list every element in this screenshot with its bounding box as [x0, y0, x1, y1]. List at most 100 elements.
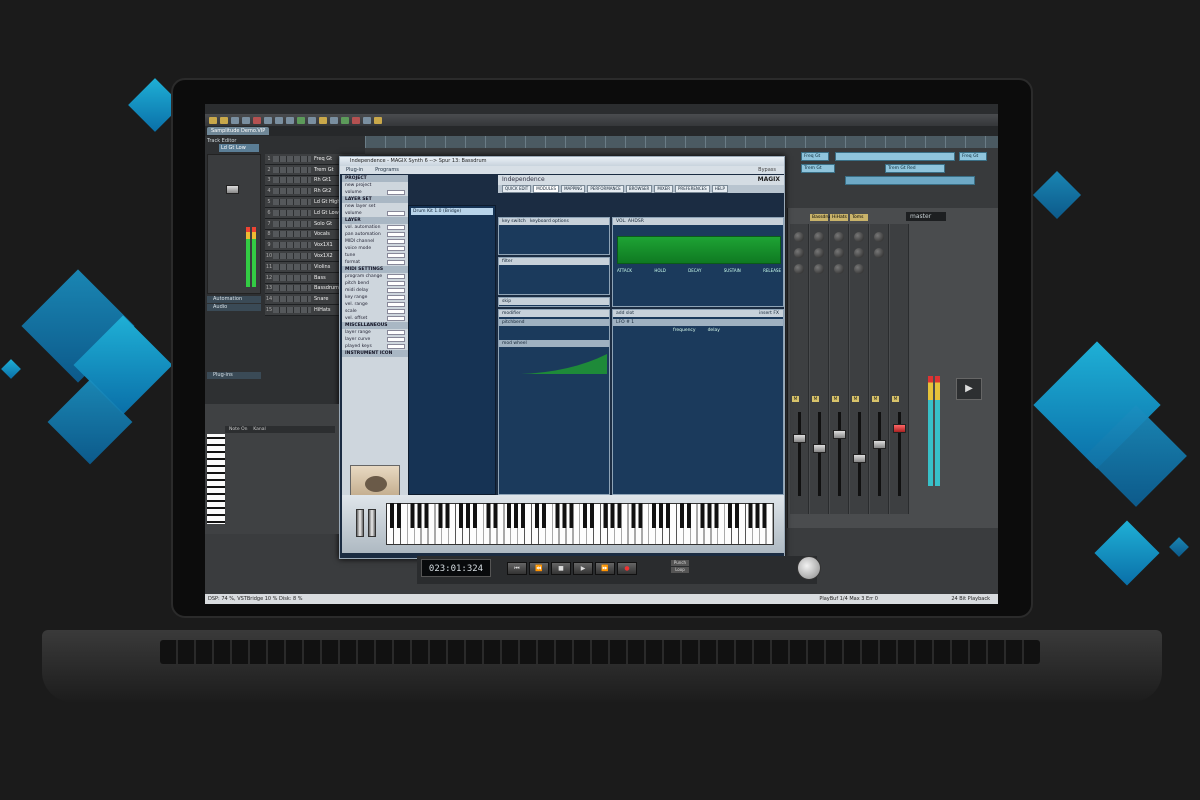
snap-icon[interactable]	[330, 116, 338, 124]
settings-row[interactable]: pitch bend	[342, 280, 408, 287]
channel-fader[interactable]	[813, 444, 826, 453]
value-field[interactable]	[387, 295, 405, 300]
pitchbend-row[interactable]: pitchbend	[499, 319, 609, 326]
play-button[interactable]: ▶	[573, 562, 593, 575]
eq-knob[interactable]	[814, 248, 824, 258]
audio-clip[interactable]: Freq Gt	[801, 152, 829, 161]
value-field[interactable]	[387, 253, 405, 258]
value-field[interactable]	[387, 260, 405, 265]
mod-wheel[interactable]	[368, 509, 376, 537]
channel-fader[interactable]	[873, 440, 886, 449]
settings-row[interactable]: vel. offset	[342, 315, 408, 322]
metronome-icon[interactable]	[374, 116, 382, 124]
settings-row[interactable]: midi delay	[342, 287, 408, 294]
pitch-wheel[interactable]	[356, 509, 364, 537]
eq-knob[interactable]	[794, 248, 804, 258]
record-icon[interactable]	[352, 116, 360, 124]
eq-knob[interactable]	[814, 264, 824, 274]
tab-mapping[interactable]: MAPPING	[561, 185, 586, 193]
settings-row[interactable]: layer range	[342, 329, 408, 336]
vol-ahdsr-header[interactable]: VOL. AHDSR	[613, 218, 783, 225]
settings-row[interactable]: new layer set	[342, 203, 408, 210]
plugin-menu-programs[interactable]: Programs	[375, 166, 399, 174]
undo-icon[interactable]	[275, 116, 283, 124]
eq-knob[interactable]	[854, 264, 864, 274]
track-volume-fader[interactable]	[226, 185, 239, 194]
rewind-start-button[interactable]: ⏮	[507, 562, 527, 575]
mute-button[interactable]: M	[792, 396, 799, 402]
grid-icon[interactable]	[308, 116, 316, 124]
track-buttons[interactable]	[273, 231, 311, 238]
value-field[interactable]	[387, 337, 405, 342]
tab-quick-edit[interactable]: QUICK EDIT	[502, 185, 532, 193]
channel-fader[interactable]	[853, 454, 866, 463]
settings-row[interactable]: format	[342, 259, 408, 266]
redo-icon[interactable]	[286, 116, 294, 124]
value-field[interactable]	[387, 302, 405, 307]
mute-button[interactable]: M	[872, 396, 879, 402]
selected-track-field[interactable]: Ld Gt Low	[219, 144, 259, 152]
forward-button[interactable]: ⏩	[595, 562, 615, 575]
settings-row[interactable]: new project	[342, 182, 408, 189]
loop-icon[interactable]	[363, 116, 371, 124]
channel-fader-track[interactable]	[878, 412, 881, 496]
value-field[interactable]	[387, 281, 405, 286]
value-field[interactable]	[387, 190, 405, 195]
tab-browser[interactable]: BROWSER	[625, 185, 653, 193]
cursor-icon[interactable]	[264, 116, 272, 124]
track-buttons[interactable]	[273, 285, 311, 292]
track-buttons[interactable]	[273, 263, 311, 270]
track-buttons[interactable]	[273, 199, 311, 206]
settings-row[interactable]: vol. automation	[342, 224, 408, 231]
loop-button[interactable]: Loop	[671, 567, 689, 573]
channel-fader[interactable]	[833, 430, 846, 439]
audio-clip[interactable]: Trem Gt Red	[885, 164, 945, 173]
settings-row[interactable]: program change	[342, 273, 408, 280]
modifier-header[interactable]: modifier	[499, 310, 609, 317]
value-field[interactable]	[387, 232, 405, 237]
settings-row[interactable]: volume	[342, 210, 408, 217]
value-field[interactable]	[387, 225, 405, 230]
eq-knob[interactable]	[874, 232, 884, 242]
settings-row[interactable]: key range	[342, 294, 408, 301]
track-buttons[interactable]	[273, 242, 311, 249]
settings-row[interactable]: pan automation	[342, 231, 408, 238]
mute-button[interactable]: M	[832, 396, 839, 402]
eq-knob[interactable]	[794, 232, 804, 242]
cut-icon[interactable]	[253, 116, 261, 124]
mute-button[interactable]: M	[892, 396, 899, 402]
value-field[interactable]	[387, 274, 405, 279]
bypass-button[interactable]: Bypass	[758, 166, 776, 174]
tab-help[interactable]: HELP	[711, 185, 728, 193]
eq-knob[interactable]	[834, 248, 844, 258]
settings-row[interactable]: layer curve	[342, 336, 408, 343]
settings-row[interactable]: voice mode	[342, 245, 408, 252]
settings-row[interactable]: MIDI channel	[342, 238, 408, 245]
value-field[interactable]	[387, 288, 405, 293]
automation-section[interactable]: Automation	[207, 296, 261, 303]
track-buttons[interactable]	[273, 296, 311, 303]
mixer-play-icon[interactable]: ▶	[956, 378, 982, 400]
audio-clip[interactable]: Trem Gt	[801, 164, 835, 173]
tab-preferences[interactable]: PREFERENCES	[675, 185, 710, 193]
rewind-button[interactable]: ⏪	[529, 562, 549, 575]
plugins-section[interactable]: Plug-ins	[207, 372, 261, 379]
tab-mixer[interactable]: MIXER	[654, 185, 674, 193]
settings-row[interactable]: tune	[342, 252, 408, 259]
filter-header[interactable]: filter	[499, 258, 609, 265]
piano-roll-keys[interactable]	[207, 434, 225, 524]
record-button[interactable]: ●	[617, 562, 637, 575]
value-field[interactable]	[387, 344, 405, 349]
audio-clip[interactable]	[835, 152, 955, 161]
settings-row[interactable]: scale	[342, 308, 408, 315]
eq-knob[interactable]	[834, 264, 844, 274]
layer-list[interactable]: Drum Kit 1.0 (Bridge)	[408, 205, 496, 495]
modwheel-row[interactable]: mod wheel	[499, 340, 609, 347]
audio-section[interactable]: Audio	[207, 304, 261, 311]
new-file-icon[interactable]	[209, 116, 217, 124]
value-field[interactable]	[387, 211, 405, 216]
eq-knob[interactable]	[854, 248, 864, 258]
settings-row[interactable]: vel. range	[342, 301, 408, 308]
track-buttons[interactable]	[273, 307, 311, 314]
stop-button[interactable]: ■	[551, 562, 571, 575]
